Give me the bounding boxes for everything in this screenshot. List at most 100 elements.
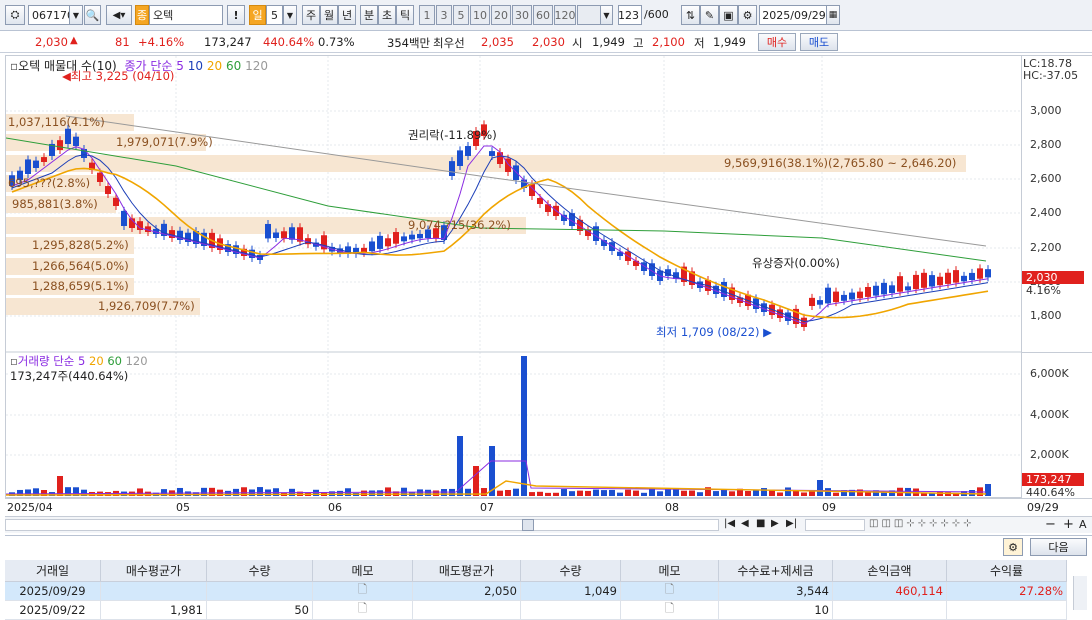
high-annotation: ◀최고 3,225 (04/10): [62, 69, 175, 83]
row1-buy-qty[interactable]: [207, 582, 313, 601]
calendar-icon[interactable]: ▦: [826, 5, 840, 25]
row1-date[interactable]: 2025/09/29: [5, 582, 101, 601]
table-settings-icon[interactable]: ⚙: [1003, 538, 1023, 556]
tick-3[interactable]: 3: [436, 5, 452, 25]
ma-120: 120: [245, 59, 268, 73]
volume-bar: [417, 489, 423, 496]
tick-60[interactable]: 60: [533, 5, 553, 25]
volume-ratio: 440.64%: [263, 35, 315, 49]
volume-bar: [825, 488, 831, 496]
row1-buy-avg[interactable]: [101, 582, 207, 601]
scroll-prev-icon[interactable]: ◀: [741, 518, 749, 529]
zoom-track[interactable]: [805, 519, 865, 531]
scroll-thumb[interactable]: [522, 519, 534, 531]
tab-month[interactable]: 월: [320, 5, 338, 25]
search-icon[interactable]: 🔍: [84, 5, 101, 25]
volume-bar: [465, 488, 471, 496]
volume-bar: [809, 491, 815, 496]
candle-body: [449, 161, 455, 176]
zoom-out-icon[interactable]: −: [1045, 517, 1056, 532]
candle-body: [465, 146, 471, 156]
volume-bar: [713, 491, 719, 496]
count-field[interactable]: 123: [618, 5, 642, 25]
candle-body: [849, 292, 855, 300]
band-label-6: 9,074,?15(36.2%): [408, 218, 511, 232]
sell-button[interactable]: 매도: [800, 33, 838, 51]
alert-button[interactable]: !: [227, 5, 245, 25]
buy-button[interactable]: 매수: [758, 33, 796, 51]
next-button[interactable]: 다음: [1030, 538, 1087, 556]
candle-body: [873, 285, 879, 296]
volume-bar: [545, 492, 551, 496]
volume-bar: [761, 488, 767, 496]
volume-bar: [585, 490, 591, 496]
tab-second[interactable]: 초: [378, 5, 396, 25]
tab-year[interactable]: 년: [338, 5, 356, 25]
band-label-8: 1,266,564(5.0%): [32, 259, 129, 273]
speaker-icon[interactable]: ◀▾: [106, 5, 132, 25]
period-day-tab[interactable]: 일: [249, 5, 266, 25]
scroll-next-icon[interactable]: ▶: [771, 518, 779, 529]
row1-pnl[interactable]: 460,114: [833, 582, 947, 601]
trade-icon[interactable]: ⇅: [681, 5, 700, 25]
th-sell-memo: 메모: [621, 560, 719, 582]
price-volume-chart[interactable]: [6, 56, 1023, 499]
tick-10[interactable]: 10: [470, 5, 490, 25]
row1-memo-icon[interactable]: 🗋: [313, 582, 413, 601]
tick-30[interactable]: 30: [512, 5, 532, 25]
volume-bar: [497, 490, 503, 496]
gear-icon[interactable]: ⚙: [738, 5, 757, 25]
tab-tick[interactable]: 틱: [396, 5, 414, 25]
zoom-in-icon[interactable]: +: [1063, 517, 1074, 532]
scroll-first-icon[interactable]: |◀: [724, 518, 735, 529]
row1-sell-memo-icon[interactable]: 🗋: [621, 582, 719, 601]
stop-icon[interactable]: ■: [756, 518, 765, 529]
row1-fees[interactable]: 3,544: [719, 582, 833, 601]
stock-name-field[interactable]: 오텍: [149, 5, 223, 25]
code-dropdown-icon[interactable]: ▼: [69, 5, 83, 25]
x-tick-aug: 08: [665, 501, 679, 514]
table-scrollbar[interactable]: [1073, 576, 1087, 610]
row1-sell-qty[interactable]: 1,049: [521, 582, 621, 601]
price-change: 81: [115, 35, 130, 49]
volume-ma5-line: [6, 460, 987, 495]
x-tick-last: 09/29: [1027, 501, 1059, 514]
low-label: 저: [694, 36, 705, 50]
volume-bar: [969, 490, 975, 496]
candle-body: [273, 232, 279, 239]
tab-week[interactable]: 주: [302, 5, 320, 25]
chart-area[interactable]: ▫오텍 매물대 수(10) 종가 단순 5 10 20 60 120 ◀최고 3…: [5, 55, 1023, 499]
candle-body: [537, 197, 543, 204]
date-axis: 2025/04 05 06 07 08 09 09/29: [5, 498, 1092, 515]
draw-tools-icons[interactable]: ◫◫◫⊹⊹⊹⊹⊹⊹: [869, 518, 975, 529]
reset-zoom-icon[interactable]: A: [1079, 518, 1087, 531]
chart-settings-icon[interactable]: ⛭: [5, 5, 25, 25]
tick-5[interactable]: 5: [453, 5, 469, 25]
custom-tick-dropdown-icon[interactable]: ▼: [600, 5, 613, 25]
period-num-field[interactable]: 5: [266, 5, 283, 25]
row1-sell-avg[interactable]: 2,050: [413, 582, 521, 601]
volume-bar: [641, 492, 647, 496]
date-field[interactable]: 2025/09/29: [759, 5, 829, 25]
volume-bar: [601, 490, 607, 496]
candle-body: [385, 238, 391, 247]
tab-minute[interactable]: 분: [360, 5, 378, 25]
tick-20[interactable]: 20: [491, 5, 511, 25]
up-arrow-icon: ▲: [70, 35, 78, 46]
volume-bar: [777, 492, 783, 496]
x-tick-jun: 06: [328, 501, 342, 514]
low-price: 1,949: [713, 35, 746, 49]
candle-body: [961, 275, 967, 282]
tools-icon[interactable]: ✎: [700, 5, 719, 25]
volume-bar: [633, 490, 639, 496]
scroll-track[interactable]: [5, 519, 719, 531]
tick-1[interactable]: 1: [419, 5, 435, 25]
save-icon[interactable]: ▣: [719, 5, 738, 25]
change-percent: +4.16%: [138, 35, 185, 49]
row1-return[interactable]: 27.28%: [947, 582, 1067, 601]
stock-code-input[interactable]: 067170: [28, 5, 74, 25]
tick-120[interactable]: 120: [554, 5, 576, 25]
scroll-last-icon[interactable]: ▶|: [786, 518, 797, 529]
volume-bar: [593, 489, 599, 496]
period-dropdown-icon[interactable]: ▼: [283, 5, 297, 25]
